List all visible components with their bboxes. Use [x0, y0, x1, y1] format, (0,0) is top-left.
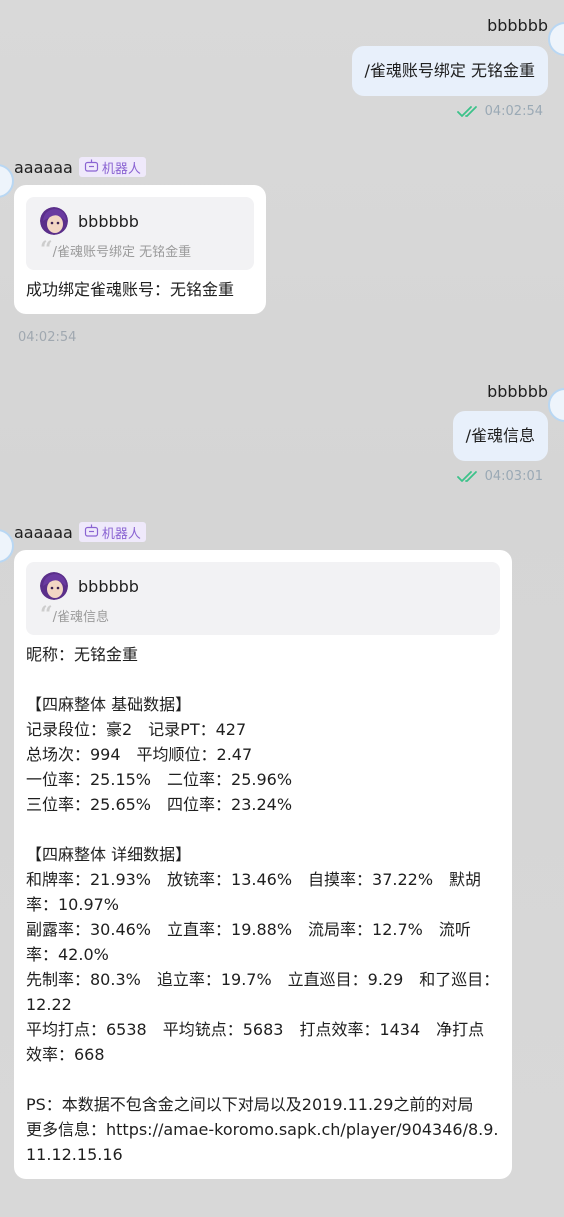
- message-time: 04:02:54: [484, 104, 543, 119]
- bot-badge: 机器人: [78, 157, 146, 177]
- sender-name: bbbbbb: [487, 382, 548, 401]
- quote-icon: “: [40, 236, 53, 263]
- robot-icon: [84, 524, 99, 541]
- message-time: 04:02:54: [18, 330, 77, 345]
- message-meta: 04:02:54: [456, 104, 543, 119]
- quote-header: bbbbbb: [40, 207, 240, 235]
- double-check-icon: [456, 470, 481, 484]
- sender-name: aaaaaa: [14, 522, 73, 542]
- message-bubble[interactable]: /雀魂账号绑定 无铭金重: [351, 46, 548, 96]
- user-avatar[interactable]: [548, 388, 564, 422]
- quote-icon: “: [40, 601, 53, 628]
- quote-body: “ /雀魂信息: [40, 601, 486, 628]
- message-text: /雀魂信息: [465, 426, 535, 445]
- quote-text: /雀魂账号绑定 无铭金重: [52, 245, 192, 260]
- quote-body: “ /雀魂账号绑定 无铭金重: [40, 236, 240, 263]
- bot-avatar[interactable]: [0, 164, 14, 198]
- message-text: /雀魂账号绑定 无铭金重: [364, 61, 535, 80]
- bot-badge-label: 机器人: [101, 526, 141, 542]
- avatar: [40, 207, 68, 235]
- sender-name: bbbbbb: [487, 16, 548, 35]
- sender-header: aaaaaa 机器人: [14, 157, 146, 177]
- sender-header: aaaaaa 机器人: [14, 522, 146, 542]
- message-time: 04:03:01: [484, 469, 543, 484]
- sender-name: aaaaaa: [14, 157, 73, 177]
- message-bubble[interactable]: /雀魂信息: [452, 411, 548, 461]
- avatar: [40, 572, 68, 600]
- quote-sender: bbbbbb: [78, 211, 139, 231]
- bot-badge-label: 机器人: [101, 161, 141, 177]
- message-meta: 04:03:01: [456, 469, 543, 484]
- message-text: 成功绑定雀魂账号：无铭金重: [26, 280, 235, 299]
- bot-avatar[interactable]: [0, 529, 14, 563]
- message-bubble[interactable]: bbbbbb “ /雀魂账号绑定 无铭金重 成功绑定雀魂账号：无铭金重: [14, 185, 266, 314]
- quote-sender: bbbbbb: [78, 576, 139, 596]
- quote-header: bbbbbb: [40, 572, 486, 600]
- quoted-message[interactable]: bbbbbb “ /雀魂信息: [26, 562, 500, 635]
- quoted-message[interactable]: bbbbbb “ /雀魂账号绑定 无铭金重: [26, 197, 254, 270]
- robot-icon: [84, 159, 99, 176]
- double-check-icon: [456, 105, 481, 119]
- message-bubble[interactable]: bbbbbb “ /雀魂信息 昵称：无铭金重 【四麻整体 基础数据】 记录段位：…: [14, 550, 512, 1179]
- quote-text: /雀魂信息: [52, 610, 110, 625]
- user-avatar[interactable]: [548, 22, 564, 56]
- message-text: 昵称：无铭金重 【四麻整体 基础数据】 记录段位：豪2 记录PT：427 总场次…: [26, 645, 500, 1164]
- bot-badge: 机器人: [78, 522, 146, 542]
